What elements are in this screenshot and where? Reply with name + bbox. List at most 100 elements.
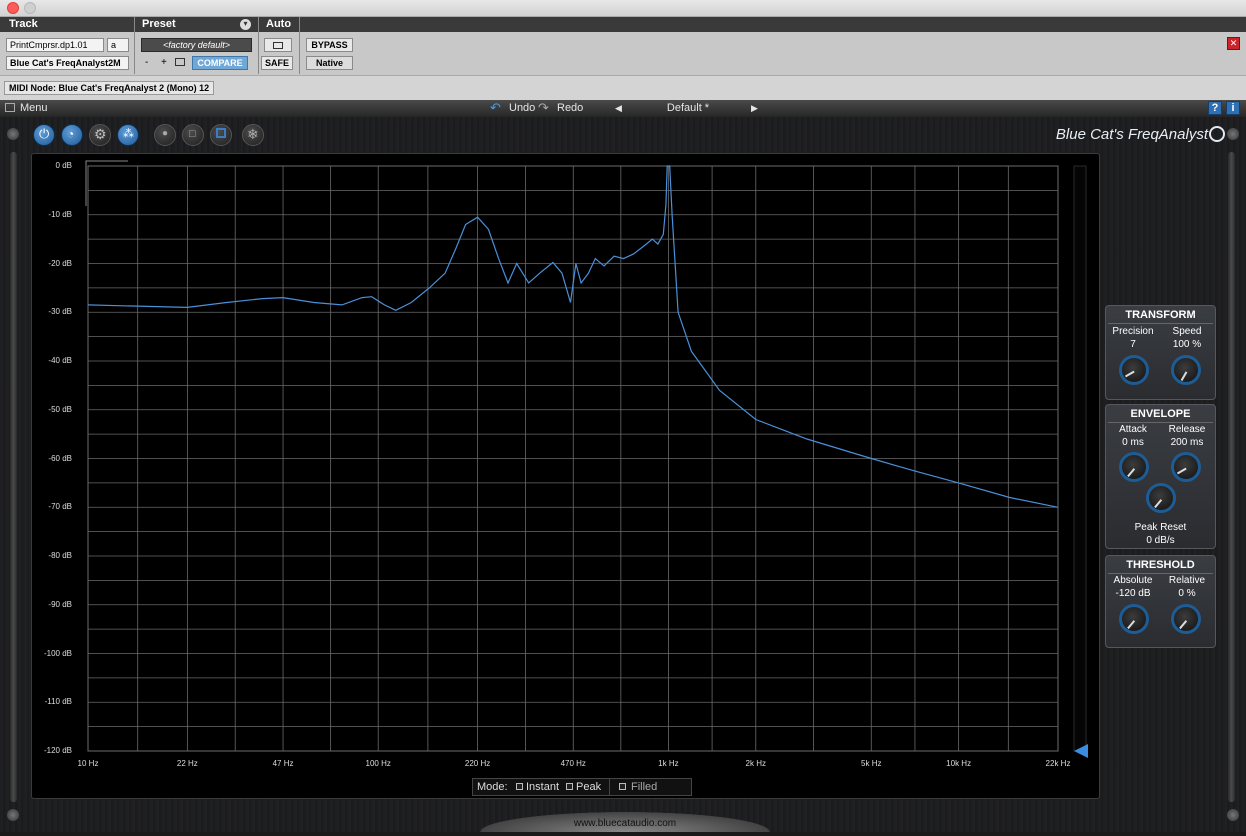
y-tick-label: -90 dB	[48, 599, 72, 609]
menu-button[interactable]: Menu	[20, 102, 48, 114]
speed-knob[interactable]	[1171, 355, 1201, 385]
release-knob[interactable]	[1171, 452, 1201, 482]
info-button[interactable]: i	[1226, 101, 1240, 115]
help-button[interactable]: ?	[1208, 101, 1222, 115]
envelope-panel: ENVELOPE Attack Release 0 ms 200 ms Peak…	[1105, 404, 1216, 549]
divider	[1108, 573, 1213, 574]
preset-menu-icon[interactable]: ▾	[240, 19, 251, 30]
stop-icon[interactable]: □	[182, 124, 204, 146]
absolute-knob[interactable]	[1119, 604, 1149, 634]
y-tick-label: -110 dB	[44, 697, 72, 707]
y-tick-label: -120 dB	[43, 746, 72, 755]
peak-reset-label: Peak Reset	[1134, 522, 1187, 533]
filled-label[interactable]: Filled	[631, 781, 657, 793]
next-preset-button[interactable]: +	[161, 57, 167, 68]
speed-value: 100 %	[1172, 339, 1202, 350]
previous-preset-button[interactable]: -	[145, 57, 148, 68]
compare-button[interactable]: COMPARE	[192, 56, 248, 70]
window-titlebar	[0, 0, 1246, 17]
automation-button[interactable]	[264, 38, 292, 52]
native-indicator[interactable]: Native	[306, 56, 353, 70]
undo-button[interactable]: Undo	[509, 102, 535, 114]
relative-value: 0 %	[1178, 588, 1196, 599]
threshold-panel: THRESHOLD Absolute Relative -120 dB 0 %	[1105, 555, 1216, 648]
peak-label[interactable]: Peak	[576, 781, 601, 793]
midi-node-bar: MIDI Node: Blue Cat's FreqAnalyst 2 (Mon…	[0, 75, 1246, 101]
safe-button[interactable]: SAFE	[261, 56, 293, 70]
peak-reset-value: 0 dB/s	[1146, 535, 1175, 546]
y-tick-label: -20 dB	[48, 258, 72, 268]
auto-section-label: Auto	[266, 18, 292, 30]
screw-icon	[7, 128, 19, 140]
absolute-label: Absolute	[1113, 575, 1153, 586]
gear-icon[interactable]: ⚙	[89, 124, 111, 146]
plugin-selector[interactable]: Blue Cat's FreqAnalyst2M	[6, 56, 129, 70]
y-tick-label: -60 dB	[48, 453, 72, 463]
x-tick-label: 470 Hz	[560, 759, 586, 768]
undo-icon[interactable]: ↶	[490, 100, 501, 116]
brand-title: Blue Cat's FreqAnalyst	[1055, 126, 1208, 143]
divider	[299, 17, 300, 74]
midi-node-selector[interactable]: MIDI Node: Blue Cat's FreqAnalyst 2 (Mon…	[4, 81, 215, 95]
close-window-button[interactable]	[7, 2, 19, 14]
x-tick-label: 22 Hz	[176, 759, 198, 768]
automation-icon	[273, 42, 283, 49]
relative-knob[interactable]	[1171, 604, 1201, 634]
record-icon[interactable]: ●	[154, 124, 176, 146]
host-plugin-header: Track Preset Auto ▾ PrintCmprsr.dp1.01 a…	[0, 17, 1246, 101]
x-tick-label: 2k Hz	[745, 759, 766, 768]
filled-checkbox[interactable]	[619, 783, 626, 790]
track-slot-selector[interactable]: a	[107, 38, 129, 52]
snowflake-icon[interactable]: ❄	[242, 124, 264, 146]
minimize-window-button[interactable]	[24, 2, 36, 14]
transform-title: TRANSFORM	[1125, 309, 1196, 321]
divider	[1108, 422, 1213, 423]
y-tick-label: -80 dB	[48, 551, 72, 560]
peak-checkbox[interactable]	[566, 783, 573, 790]
gauge-icon[interactable]: ◔	[61, 124, 83, 146]
x-tick-label: 1k Hz	[658, 759, 679, 768]
footer-url[interactable]: www.bluecataudio.com	[480, 812, 770, 832]
previous-preset-arrow-icon[interactable]: ◀	[615, 103, 622, 114]
librarian-icon[interactable]	[175, 58, 185, 66]
spectrum-graph[interactable]	[32, 154, 1101, 800]
instant-checkbox[interactable]	[516, 783, 523, 790]
divider	[258, 17, 259, 74]
divider	[1108, 323, 1213, 324]
attack-knob[interactable]	[1119, 452, 1149, 482]
preset-selector[interactable]: <factory default>	[141, 38, 252, 52]
transform-panel: TRANSFORM Precision Speed 7 100 %	[1105, 305, 1216, 400]
left-rail	[10, 152, 17, 802]
preset-name-display[interactable]: Default *	[627, 102, 749, 114]
menu-icon[interactable]	[5, 103, 15, 112]
redo-button[interactable]: Redo	[557, 102, 583, 114]
next-preset-arrow-icon[interactable]: ▶	[751, 103, 758, 114]
attack-label: Attack	[1119, 424, 1147, 435]
track-selector[interactable]: PrintCmprsr.dp1.01	[6, 38, 104, 52]
y-tick-label: -40 dB	[48, 356, 72, 365]
y-tick-label: -30 dB	[48, 307, 72, 317]
envelope-title: ENVELOPE	[1130, 408, 1191, 420]
instant-label[interactable]: Instant	[526, 781, 559, 793]
precision-knob[interactable]	[1119, 355, 1149, 385]
x-tick-label: 47 Hz	[272, 759, 294, 768]
peak-reset-knob[interactable]	[1146, 483, 1176, 513]
power-icon[interactable]: ⏻	[33, 124, 55, 146]
redo-icon[interactable]: ↷	[538, 100, 549, 116]
y-tick-label: -70 dB	[48, 502, 72, 512]
y-tick-label: -100 dB	[43, 648, 72, 658]
relative-label: Relative	[1168, 575, 1206, 586]
precision-value: 7	[1130, 339, 1136, 350]
threshold-title: THRESHOLD	[1126, 559, 1195, 571]
absolute-value: -120 dB	[1115, 588, 1151, 599]
window-icon[interactable]	[210, 124, 232, 146]
mode-bar: Mode: Instant Peak Filled	[472, 778, 692, 796]
bypass-button[interactable]: BYPASS	[306, 38, 353, 52]
screw-icon	[1227, 128, 1239, 140]
divider	[609, 779, 610, 795]
close-plugin-icon[interactable]: ✕	[1227, 37, 1240, 50]
track-section-label: Track	[9, 18, 38, 30]
x-tick-label: 5k Hz	[861, 759, 882, 768]
network-icon[interactable]: ⁂	[117, 124, 139, 146]
precision-label: Precision	[1112, 326, 1154, 337]
